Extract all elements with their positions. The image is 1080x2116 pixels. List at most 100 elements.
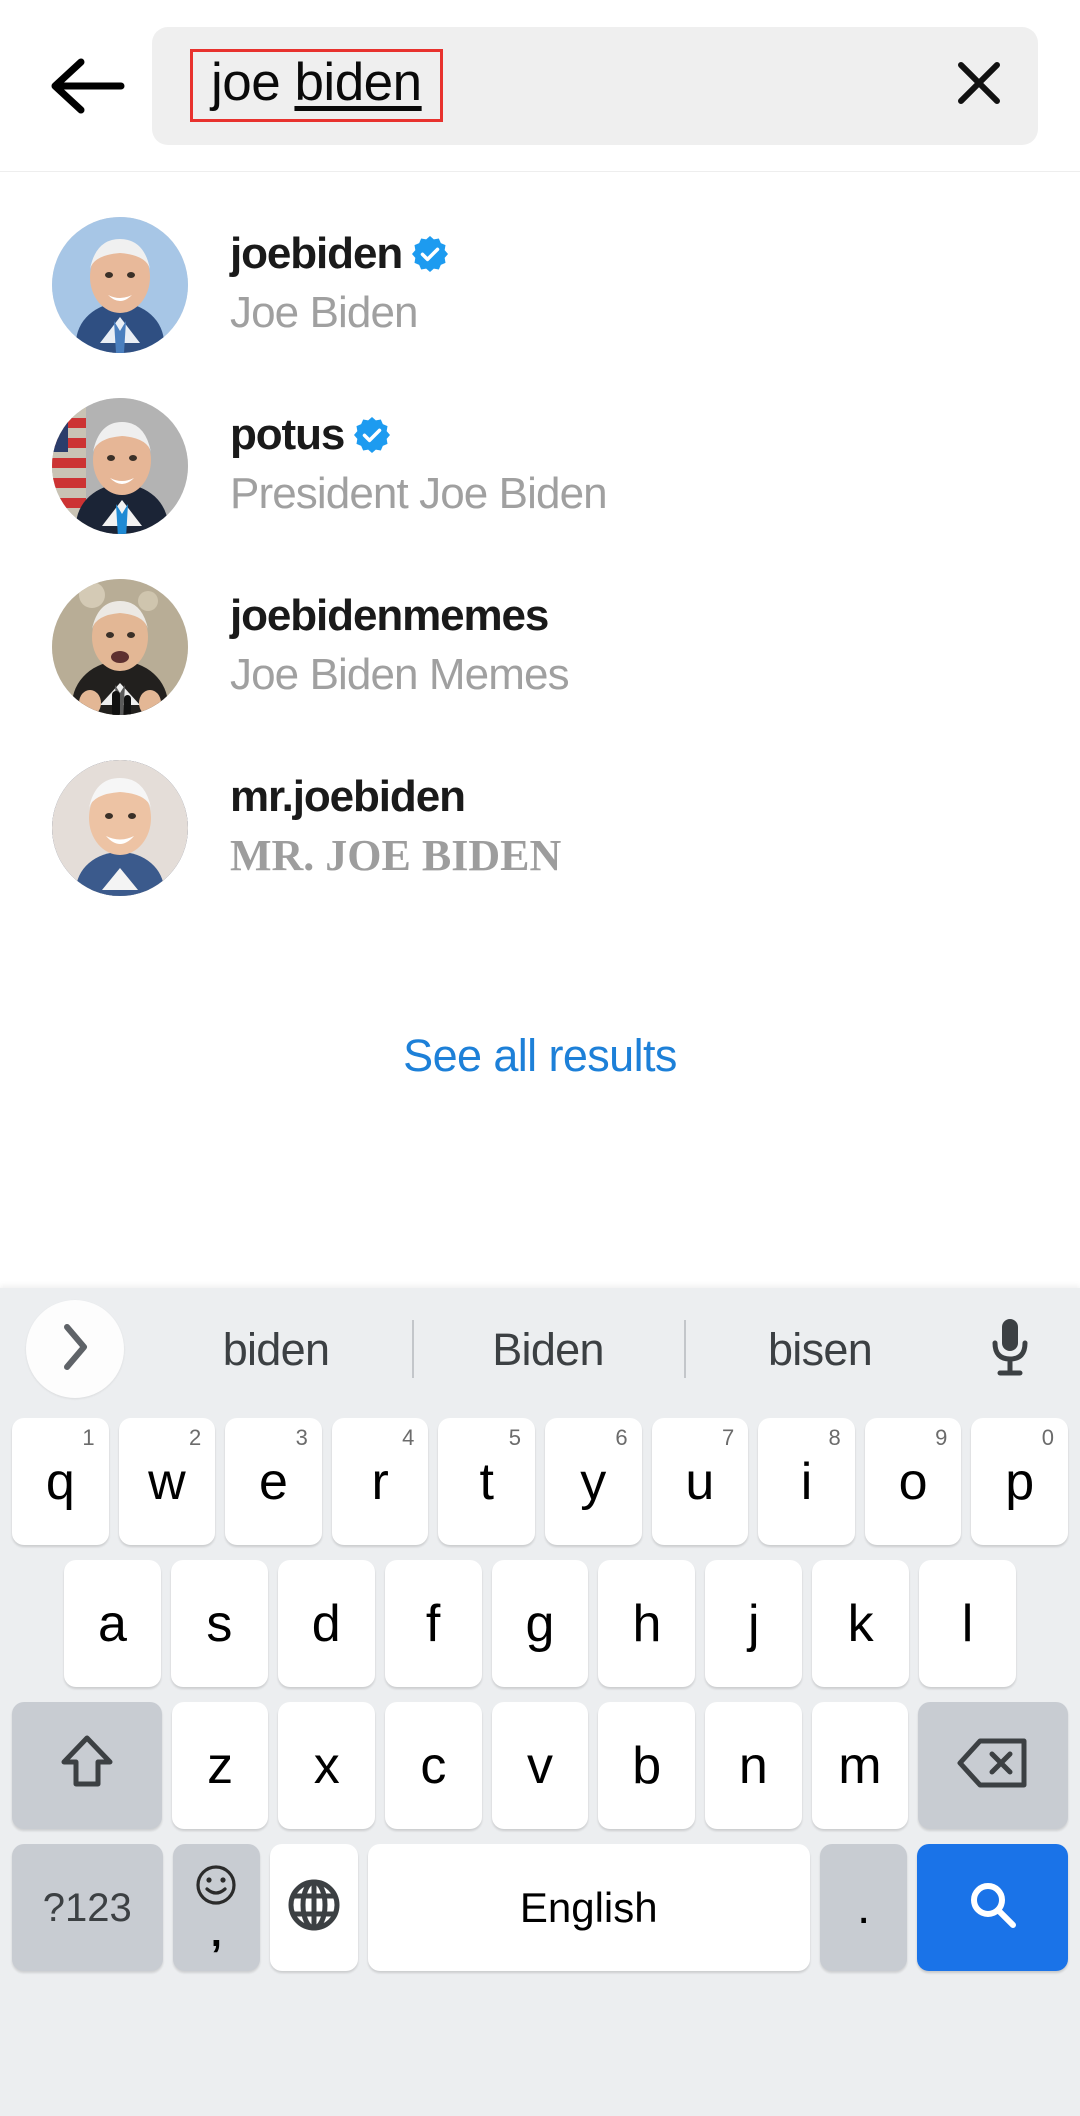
key-g[interactable]: g	[491, 1560, 589, 1687]
key-t-number: 5	[508, 1425, 521, 1450]
key-l[interactable]: l	[919, 1560, 1017, 1687]
key-g-label: g	[525, 1594, 555, 1653]
key-u-number: 7	[721, 1425, 735, 1450]
result-fullname: Joe Biden Memes	[230, 649, 570, 699]
key-l-label: l	[961, 1594, 974, 1653]
joe-biden-smiling-portrait	[52, 759, 188, 896]
avatar[interactable]	[52, 216, 188, 353]
suggestion-bar: biden Biden bisen	[0, 1288, 1080, 1410]
suggestion-item-2[interactable]: Biden	[412, 1327, 684, 1372]
key-p-number: 0	[1041, 1425, 1054, 1450]
key-n[interactable]: n	[704, 1702, 802, 1829]
see-all-results-link[interactable]: See all results	[0, 1030, 1080, 1082]
result-fullname: Joe Biden	[230, 287, 419, 337]
joe-biden-blue-background-portrait	[52, 216, 188, 353]
symbols-key-label: ?123	[42, 1885, 132, 1930]
key-i[interactable]: 8 i	[758, 1418, 855, 1545]
key-q-number: 1	[82, 1425, 95, 1450]
key-w[interactable]: 2 w	[118, 1418, 216, 1545]
key-s-label: s	[206, 1594, 233, 1653]
clear-search-button[interactable]	[944, 51, 1014, 121]
key-n-label: n	[738, 1736, 768, 1795]
result-username: joebiden	[230, 228, 403, 278]
search-query-committed: joe	[211, 53, 295, 112]
space-key[interactable]: English	[367, 1844, 810, 1971]
key-c[interactable]: c	[385, 1702, 482, 1829]
key-z[interactable]: z	[171, 1702, 269, 1829]
key-p[interactable]: 0 p	[971, 1418, 1068, 1545]
search-query-text: joe biden	[211, 53, 422, 112]
key-y-number: 6	[615, 1425, 628, 1450]
key-y[interactable]: 6 y	[545, 1418, 642, 1545]
key-s[interactable]: s	[170, 1560, 268, 1687]
key-j[interactable]: j	[705, 1560, 803, 1687]
backspace-delete-icon	[956, 1735, 1030, 1796]
key-h[interactable]: h	[598, 1560, 696, 1687]
search-result-row-mr-joebiden[interactable]: mr.joebiden MR. JOE BIDEN	[0, 737, 1080, 918]
key-e[interactable]: 3 e	[225, 1418, 322, 1545]
result-text: potus President Joe Biden	[230, 409, 608, 522]
key-v[interactable]: v	[491, 1702, 589, 1829]
avatar[interactable]	[52, 759, 188, 896]
key-d[interactable]: d	[277, 1560, 375, 1687]
key-v-label: v	[527, 1736, 553, 1795]
key-y-label: y	[580, 1452, 607, 1511]
search-input[interactable]: joe biden	[152, 26, 1038, 145]
search-result-row-joebiden[interactable]: joebiden Joe Biden	[0, 194, 1080, 375]
key-z-label: z	[207, 1736, 234, 1795]
back-button[interactable]	[40, 38, 136, 134]
search-enter-key[interactable]	[917, 1844, 1068, 1971]
language-switch-key[interactable]	[270, 1844, 358, 1971]
space-key-label: English	[519, 1883, 658, 1931]
emoji-key[interactable]: ,	[172, 1844, 261, 1971]
avatar[interactable]	[52, 578, 188, 715]
key-f[interactable]: f	[384, 1560, 482, 1687]
key-q[interactable]: 1 q	[12, 1418, 109, 1545]
key-d-label: d	[311, 1594, 341, 1653]
key-b-label: b	[632, 1736, 662, 1795]
result-username: potus	[230, 409, 345, 459]
key-t[interactable]: 5 t	[438, 1418, 535, 1545]
result-text: mr.joebiden MR. JOE BIDEN	[230, 771, 561, 884]
voice-input-button[interactable]	[962, 1301, 1058, 1397]
result-fullname: MR. JOE BIDEN	[230, 830, 562, 880]
key-j-label: j	[748, 1594, 760, 1653]
shift-key[interactable]	[11, 1702, 162, 1829]
key-o[interactable]: 9 o	[864, 1418, 962, 1545]
key-k[interactable]: k	[812, 1560, 910, 1687]
smiley-face-icon	[194, 1863, 238, 1911]
period-key[interactable]: .	[819, 1844, 908, 1971]
symbols-key[interactable]: ?123	[12, 1844, 163, 1971]
avatar[interactable]	[52, 397, 188, 534]
result-fullname: President Joe Biden	[230, 468, 608, 518]
key-b[interactable]: b	[598, 1702, 695, 1829]
key-p-label: p	[1005, 1452, 1035, 1511]
key-m[interactable]: m	[811, 1702, 909, 1829]
result-text: joebidenmemes Joe Biden Memes	[230, 590, 570, 703]
search-result-row-potus[interactable]: potus President Joe Biden	[0, 375, 1080, 556]
suggestion-list: biden Biden bisen	[140, 1288, 956, 1410]
joe-biden-flag-background-portrait	[52, 397, 188, 534]
keyboard-row-2: a s d f g h j k l	[7, 1560, 1073, 1687]
suggestion-item-1[interactable]: biden	[140, 1327, 412, 1372]
keyboard-row-1: 1 q 2 w 3 e 4 r 5 t 6 y 7 u 8 i 9 o 0 p	[7, 1418, 1073, 1545]
key-u[interactable]: 7 u	[651, 1418, 749, 1545]
key-a-label: a	[97, 1594, 127, 1653]
expand-suggestions-button[interactable]	[26, 1300, 124, 1398]
close-icon	[953, 57, 1005, 114]
key-i-label: i	[800, 1452, 813, 1511]
suggestion-item-3[interactable]: bisen	[684, 1327, 956, 1372]
key-m-label: m	[838, 1736, 882, 1795]
key-r[interactable]: 4 r	[331, 1418, 429, 1545]
key-rows: 1 q 2 w 3 e 4 r 5 t 6 y 7 u 8 i 9 o 0 p …	[0, 1410, 1080, 1971]
search-result-row-joebidenmemes[interactable]: joebidenmemes Joe Biden Memes	[0, 556, 1080, 737]
key-k-label: k	[847, 1594, 874, 1653]
instagram-search-screen: joe biden joebiden Joe Biden potus Presi…	[0, 0, 1080, 2116]
key-a[interactable]: a	[64, 1560, 161, 1687]
key-w-label: w	[148, 1452, 186, 1511]
key-t-label: t	[479, 1452, 494, 1511]
keyboard-row-4: ?123 , English .	[7, 1844, 1073, 1971]
backspace-key[interactable]	[918, 1702, 1069, 1829]
key-x[interactable]: x	[278, 1702, 376, 1829]
search-magnifier-icon	[963, 1875, 1023, 1940]
